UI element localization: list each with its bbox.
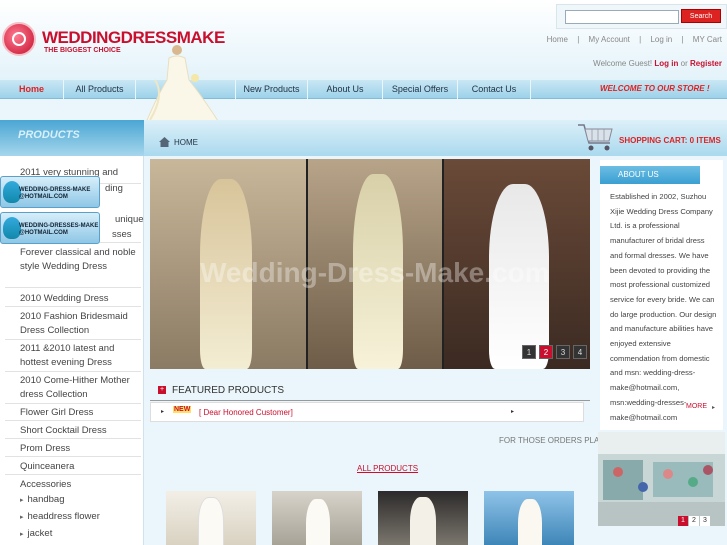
- banner-watermark: Wedding-Dress-Make.com: [200, 257, 550, 288]
- header: WEDDINGDRESSMAKE THE BIGGEST CHOICE Sear…: [0, 0, 727, 80]
- top-link-my-account[interactable]: My Account: [589, 35, 630, 44]
- arrow-right-icon: ▸: [161, 409, 165, 415]
- welcome-prefix: Welcome Guest!: [593, 59, 653, 68]
- arrow-right-icon: ▸: [511, 409, 515, 415]
- sidebar-item[interactable]: unique: [100, 213, 144, 227]
- sidebar-item-wedding-dress[interactable]: Forever classical and noble style Weddin…: [5, 246, 141, 288]
- top-link-separator: |: [577, 35, 580, 44]
- msn-contact-badge[interactable]: WEDDING-DRESSES-MAKE @HOTMAIL.COM: [0, 212, 100, 244]
- products-title: PRODUCTS: [18, 129, 80, 141]
- sidebar-item-evening[interactable]: 2011 &2010 latest and hottest evening Dr…: [5, 342, 141, 372]
- home-icon: [159, 137, 170, 147]
- new-badge: NEW: [173, 406, 192, 413]
- plus-icon: +: [158, 386, 166, 394]
- about-header: ABOUT US: [600, 166, 700, 184]
- chevron-right-icon: ▸: [20, 531, 24, 538]
- shopping-cart-label[interactable]: SHOPPING CART: 0 ITEMS: [619, 136, 721, 145]
- nav-all-products[interactable]: All Products: [64, 80, 136, 99]
- nav-about-us[interactable]: About Us: [308, 80, 383, 99]
- products-header: PRODUCTS: [0, 120, 144, 156]
- about-panel: ABOUT US Established in 2002, Suzhou Xij…: [600, 160, 723, 430]
- sidebar-subitem-headdress[interactable]: ▸ headdress flower: [20, 511, 100, 522]
- breadcrumb: HOME SHOPPING CART: 0 ITEMS: [144, 120, 727, 156]
- sidebar-item-mother[interactable]: 2010 Come-Hither Mother dress Collection: [5, 374, 141, 404]
- breadcrumb-home[interactable]: HOME: [174, 138, 198, 147]
- banner-slideshow[interactable]: Wedding-Dress-Make.com 1 2 3 4: [150, 159, 590, 369]
- login-link[interactable]: Log in: [654, 59, 678, 68]
- product-thumbnail[interactable]: [378, 491, 468, 545]
- sidebar-item-accessories[interactable]: Accessories: [5, 478, 141, 492]
- shopping-cart-icon[interactable]: [576, 121, 616, 153]
- msn-contact-badge[interactable]: WEDDING-DRESS-MAKE @HOTMAIL.COM: [0, 176, 100, 208]
- nav-contact-us[interactable]: Contact Us: [458, 80, 531, 99]
- logo-tagline: THE BIGGEST CHOICE: [44, 47, 121, 54]
- nav-new-products[interactable]: New Products: [236, 80, 308, 99]
- sidebar-item-prom[interactable]: Prom Dress: [5, 442, 141, 457]
- main-nav: Home All Products New Products About Us …: [0, 80, 727, 99]
- factory-page-button[interactable]: 2: [689, 516, 699, 526]
- sidebar-item-2010-wedding[interactable]: 2010 Wedding Dress: [5, 292, 141, 307]
- top-link-home[interactable]: Home: [547, 35, 568, 44]
- orders-notice: FOR THOSE ORDERS PLACE: [499, 436, 611, 445]
- sidebar-subitem-jacket[interactable]: ▸ jacket: [20, 528, 52, 539]
- arrow-right-icon: ▸: [712, 405, 716, 411]
- factory-page-button[interactable]: 3: [700, 516, 710, 526]
- top-link-my-cart[interactable]: MY Cart: [693, 35, 722, 44]
- featured-products-header: + FEATURED PRODUCTS: [150, 381, 590, 401]
- product-thumbnail[interactable]: [484, 491, 574, 545]
- nav-home[interactable]: Home: [0, 80, 64, 99]
- factory-photo: [598, 432, 725, 526]
- slide-page-button[interactable]: 3: [556, 345, 570, 359]
- sidebar-item[interactable]: sses: [97, 228, 141, 243]
- top-link-separator: |: [681, 35, 684, 44]
- ticker-link[interactable]: [ Dear Honored Customer]: [199, 408, 293, 417]
- product-thumbnail[interactable]: [166, 491, 256, 545]
- all-products-link[interactable]: ALL PRODUCTS: [357, 464, 418, 473]
- chevron-right-icon: ▸: [20, 497, 24, 504]
- sidebar-item-bridesmaid[interactable]: 2010 Fashion Bridesmaid Dress Collection: [5, 310, 141, 340]
- logo-emblem-icon: [2, 22, 36, 56]
- welcome-message: Welcome Guest! Log in or Register: [593, 59, 722, 68]
- welcome-store-text: WELCOME TO OUR STORE !: [600, 84, 710, 93]
- sidebar: 2011 very stunning and ding unique sses …: [0, 156, 144, 545]
- news-ticker: ▸ NEW [ Dear Honored Customer] ▸: [150, 402, 584, 422]
- featured-title: FEATURED PRODUCTS: [172, 385, 285, 396]
- nav-special-offers[interactable]: Special Offers: [383, 80, 458, 99]
- sidebar-subitem-handbag[interactable]: ▸ handbag: [20, 494, 65, 505]
- product-thumbnail[interactable]: [272, 491, 362, 545]
- factory-page-button[interactable]: 1: [678, 516, 688, 526]
- top-links: Home | My Account | Log in | MY Cart: [540, 35, 722, 44]
- sidebar-item-flower-girl[interactable]: Flower Girl Dress: [5, 406, 141, 421]
- sidebar-item-quinceanera[interactable]: Quinceanera: [5, 460, 141, 475]
- about-text: Established in 2002, Suzhou Xijie Weddin…: [610, 192, 717, 422]
- about-more-link[interactable]: MORE: [686, 403, 707, 410]
- register-link[interactable]: Register: [690, 59, 722, 68]
- factory-illustration: [598, 432, 725, 526]
- slide-page-button[interactable]: 2: [539, 345, 553, 359]
- top-link-log-in[interactable]: Log in: [650, 35, 672, 44]
- about-title: ABOUT US: [618, 170, 659, 179]
- welcome-or: or: [680, 59, 688, 68]
- search-input[interactable]: [565, 10, 679, 24]
- sidebar-item-cocktail[interactable]: Short Cocktail Dress: [5, 424, 141, 439]
- chevron-right-icon: ▸: [20, 514, 24, 521]
- slide-page-button[interactable]: 1: [522, 345, 536, 359]
- search-button[interactable]: Search: [681, 9, 721, 23]
- slide-page-button[interactable]: 4: [573, 345, 587, 359]
- top-link-separator: |: [639, 35, 642, 44]
